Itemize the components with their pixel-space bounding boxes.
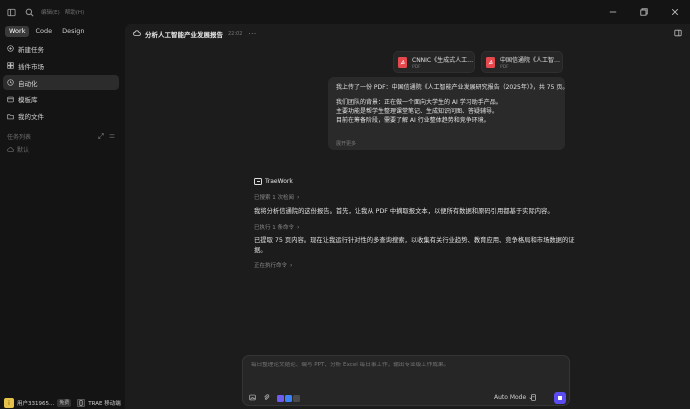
step-label: 已执行 1 条命令	[254, 225, 294, 231]
sidebar-item-templates[interactable]: 模板库	[3, 92, 119, 108]
plan-badge: 免费	[57, 399, 72, 407]
paragraph-line: 据。	[254, 247, 267, 254]
task-list-header: 任务列表	[7, 132, 115, 141]
sidebar-item-label: 模板库	[18, 96, 38, 105]
step-label: 正在执行命令	[254, 263, 288, 269]
menu-edit[interactable]: 编辑(E)	[41, 8, 60, 16]
conversation-title: 分析人工智能产业发展报告	[145, 31, 223, 39]
sidebar: Work Code Design 新建任务 插件市场 自动化 模板库 我的文件 …	[0, 24, 125, 409]
attachment-name: CNNIC《生成式人工智能应用发展报告》	[412, 56, 474, 64]
step-running[interactable]: 正在执行命令 ›	[254, 261, 584, 270]
stop-icon	[558, 396, 562, 400]
chevron-right-icon: ›	[297, 193, 300, 201]
tool-selector[interactable]	[277, 395, 300, 402]
attachment-card[interactable]: 中国信通院《人工智能产业发展研究报告》 PDF	[481, 51, 563, 73]
avatar[interactable]: i	[4, 398, 14, 408]
tab-code[interactable]: Code	[31, 26, 56, 37]
mode-label: Auto Mode	[494, 394, 527, 401]
message-input[interactable]	[251, 362, 551, 368]
assistant-header: TraeWork	[254, 178, 584, 185]
pdf-icon	[398, 56, 407, 68]
folder-icon	[7, 112, 15, 120]
sidebar-item-my-files[interactable]: 我的文件	[3, 109, 119, 125]
message-line: 我们团队的背景：正在做一个面向大学生的 AI 学习助手产品。	[336, 99, 502, 106]
cloud-icon	[7, 147, 14, 152]
composer-toolbar	[249, 394, 300, 403]
panel-toggle-icon[interactable]	[674, 29, 682, 39]
mobile-app-label: TRAE 移动端	[88, 401, 121, 407]
paperclip-icon[interactable]	[263, 394, 270, 403]
window-controls	[597, 0, 690, 24]
new-task-icon	[7, 45, 15, 53]
file-attach-icon[interactable]	[530, 394, 537, 403]
image-tool-icon	[277, 395, 284, 402]
sidebar-item-plugin-market[interactable]: 插件市场	[3, 58, 119, 74]
plugin-market-icon	[7, 62, 15, 70]
menu-help[interactable]: 帮助(H)	[65, 8, 84, 16]
user-name[interactable]: 用户331965...	[17, 399, 54, 407]
title-bar: 编辑(E) 帮助(H)	[0, 0, 690, 24]
attachment-type: PDF	[412, 64, 421, 70]
sidebar-item-label: 自动化	[18, 79, 38, 88]
conversation-time: 22:02	[228, 31, 243, 37]
task-list-title: 任务列表	[7, 134, 32, 141]
expand-icon[interactable]	[98, 132, 104, 141]
sidebar-item-label: 新建任务	[18, 45, 44, 54]
document-tool-icon	[285, 395, 292, 402]
stop-button[interactable]	[554, 392, 566, 404]
assistant-message: TraeWork 已搜索 1 次检阅 › 我将分析信通院的这份报告。首先，让我从 …	[254, 178, 584, 269]
assistant-name: TraeWork	[265, 178, 293, 185]
step-search[interactable]: 已搜索 1 次检阅 ›	[254, 193, 584, 202]
message-line: 我上传了一份 PDF：中国信通院《人工智能产业发展研究报告（2025年）》，共 …	[336, 84, 569, 91]
automation-icon	[7, 79, 15, 87]
search-icon[interactable]	[23, 6, 35, 18]
task-list-item-default[interactable]: 默认	[7, 145, 29, 154]
message-line: 主要功能是帮学生整理课堂笔记、生成知识问图、答疑辅导。	[336, 108, 499, 115]
attachment-type: PDF	[500, 64, 509, 70]
sidebar-item-new-task[interactable]: 新建任务	[3, 41, 119, 57]
main-panel: 分析人工智能产业发展报告 22:02 ··· CNNIC《生成式人工智能应用发展…	[125, 24, 690, 409]
maximize-button[interactable]	[628, 0, 659, 24]
assistant-paragraph: 我将分析信通院的这份报告。首先，让我从 PDF 中摘取报文本，以便所有数据和原码…	[254, 208, 554, 215]
attachment-name: 中国信通院《人工智能产业发展研究报告》	[500, 56, 562, 64]
more-options-button[interactable]: ···	[248, 30, 256, 38]
pdf-icon	[486, 56, 495, 68]
sidebar-toggle-icon[interactable]	[5, 6, 17, 18]
minimize-button[interactable]	[597, 0, 628, 24]
sidebar-item-label: 我的文件	[18, 113, 44, 122]
chevron-right-icon: ›	[290, 261, 293, 269]
close-button[interactable]	[659, 0, 690, 24]
code-tool-icon	[293, 395, 300, 402]
mobile-app-button[interactable]: TRAE 移动端	[77, 399, 121, 407]
mode-selector[interactable]: Auto Mode ⌄	[494, 394, 533, 401]
assistant-paragraph: 已提取 75 页内容。现在让我运行针对性的多查询搜索，以收集有关行业趋势、教育应…	[254, 236, 584, 256]
user-message: 我上传了一份 PDF：中国信通院《人工智能产业发展研究报告（2025年）》，共 …	[328, 77, 569, 150]
tab-design[interactable]: Design	[58, 26, 88, 37]
image-icon[interactable]	[249, 394, 256, 403]
step-command[interactable]: 已执行 1 条命令 ›	[254, 223, 584, 232]
mode-switcher: Work Code Design	[5, 26, 89, 37]
sidebar-item-label: 插件市场	[18, 62, 44, 71]
conversation-header: 分析人工智能产业发展报告 22:02 ···	[133, 28, 257, 40]
composer: Auto Mode⌄	[242, 355, 570, 406]
task-item-label: 默认	[17, 147, 30, 154]
message-line: 目前在筹备阶段，需要了解 AI 行业整体趋势和竞争环境。	[336, 117, 490, 124]
cloud-icon	[133, 29, 141, 39]
template-icon	[7, 95, 15, 103]
sidebar-nav: 新建任务 插件市场 自动化 模板库 我的文件	[3, 41, 119, 125]
tab-work[interactable]: Work	[5, 26, 30, 37]
sidebar-item-automation[interactable]: 自动化	[3, 74, 119, 91]
chevron-right-icon: ›	[297, 223, 300, 231]
phone-icon	[77, 399, 86, 407]
filter-icon[interactable]	[109, 133, 115, 141]
expand-message-link[interactable]: 展开更多	[336, 140, 356, 147]
step-label: 已搜索 1 次检阅	[254, 195, 294, 201]
user-bar: i 用户331965... 免费 TRAE 移动端	[4, 397, 122, 409]
attachment-card[interactable]: CNNIC《生成式人工智能应用发展报告》 PDF	[393, 51, 475, 73]
traework-logo-icon	[254, 178, 262, 185]
paragraph-line: 已提取 75 页内容。现在让我运行针对性的多查询搜索，以收集有关行业趋势、教育应…	[254, 237, 575, 244]
